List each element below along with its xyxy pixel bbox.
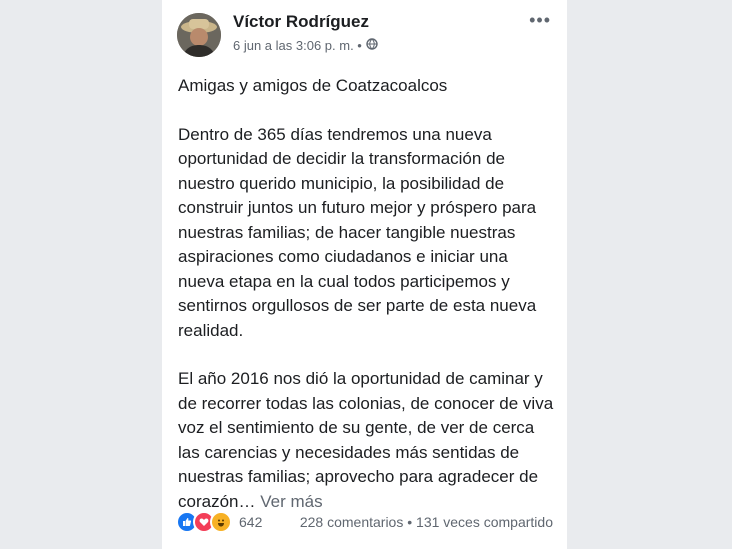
reaction-count[interactable]: 642 (239, 514, 262, 530)
see-more-link[interactable]: Ver más (260, 492, 322, 511)
avatar[interactable] (177, 13, 221, 57)
author-name[interactable]: Víctor Rodríguez (233, 12, 369, 32)
post-meta: 6 jun a las 3:06 p. m. • (233, 38, 378, 53)
post-footer: 642 228 comentarios • 131 veces comparti… (176, 511, 559, 533)
engagement-stats[interactable]: 228 comentarios • 131 veces compartido (300, 514, 553, 530)
post-paragraph: El año 2016 nos dió la oportunidad de ca… (178, 367, 558, 514)
post-timestamp[interactable]: 6 jun a las 3:06 p. m. • (233, 38, 362, 53)
globe-icon[interactable] (366, 38, 378, 53)
avatar-image (177, 13, 221, 57)
post-card: Víctor Rodríguez 6 jun a las 3:06 p. m. … (162, 0, 567, 549)
post-body: Amigas y amigos de Coatzacoalcos Dentro … (178, 74, 558, 538)
post-paragraph-text: El año 2016 nos dió la oportunidad de ca… (178, 369, 554, 511)
haha-icon (210, 511, 232, 533)
post-paragraph: Dentro de 365 días tendremos una nueva o… (178, 124, 537, 340)
more-options-icon[interactable]: ••• (529, 10, 551, 31)
reactions-summary[interactable] (176, 511, 232, 533)
post-paragraph: Amigas y amigos de Coatzacoalcos (178, 76, 448, 95)
